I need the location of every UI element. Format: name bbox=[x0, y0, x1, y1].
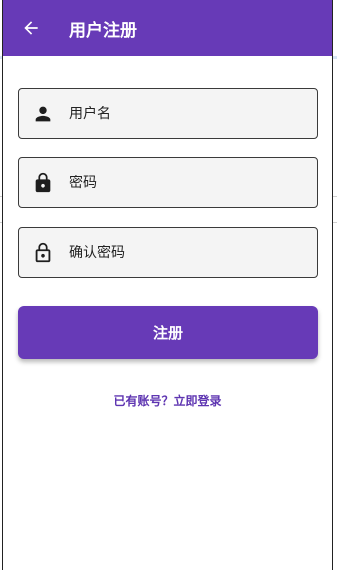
password-field[interactable] bbox=[18, 157, 318, 208]
lock-outline-icon bbox=[21, 228, 65, 277]
page-title: 用户注册 bbox=[69, 20, 137, 41]
arrow-back-icon[interactable] bbox=[3, 0, 59, 56]
app-bar: 用户注册 bbox=[3, 0, 332, 56]
lock-filled-icon bbox=[21, 158, 65, 207]
username-field[interactable] bbox=[18, 88, 318, 139]
confirm-password-input[interactable] bbox=[69, 244, 299, 261]
password-input[interactable] bbox=[69, 174, 299, 191]
register-button[interactable]: 注册 bbox=[18, 306, 318, 359]
username-input[interactable] bbox=[69, 105, 299, 122]
screen: 用户注册 注册 bbox=[0, 0, 337, 570]
login-link[interactable]: 已有账号？立即登录 bbox=[3, 392, 332, 409]
person-icon bbox=[21, 89, 65, 138]
app-window: 用户注册 注册 bbox=[2, 0, 333, 570]
confirm-password-field[interactable] bbox=[18, 227, 318, 278]
